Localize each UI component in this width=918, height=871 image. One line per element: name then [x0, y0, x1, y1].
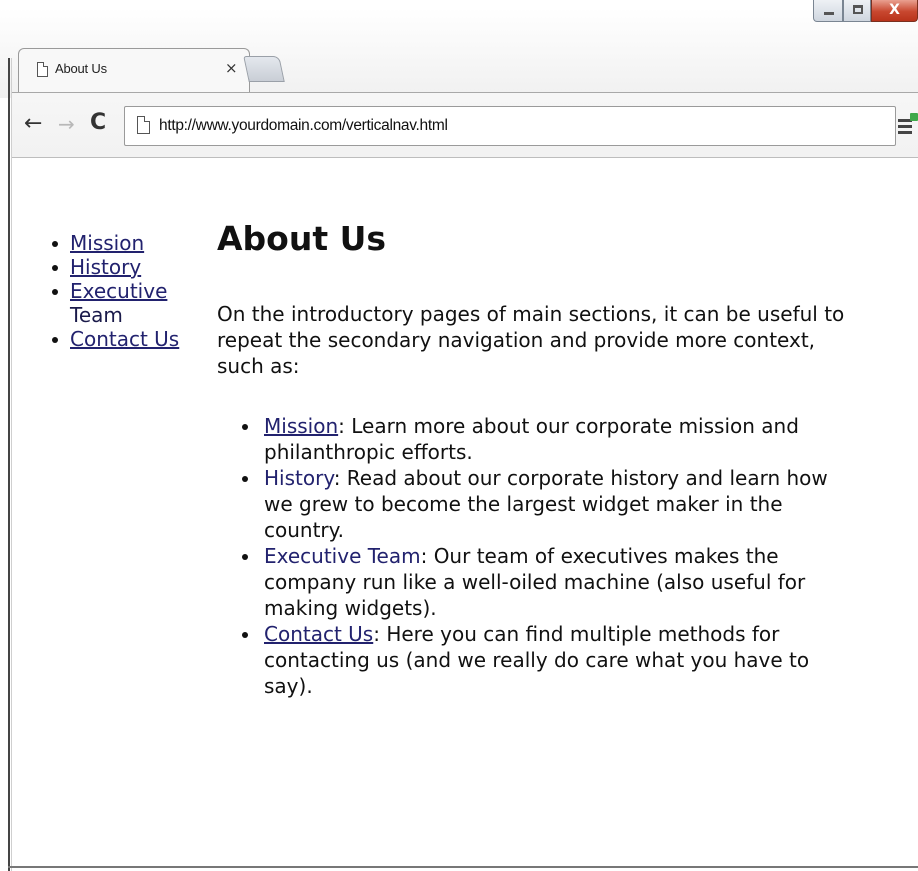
- close-icon: X: [889, 2, 900, 18]
- page-icon: [37, 62, 48, 77]
- section-detail-list: Mission: Learn more about our corporate …: [217, 413, 857, 699]
- window-frame-left: [8, 58, 10, 871]
- list-item-text: : Learn more about our corporate mission…: [264, 414, 799, 464]
- window-frame-bottom: [8, 866, 918, 868]
- nav-link-executive-team-line2[interactable]: Team: [70, 303, 123, 327]
- nav-link-mission[interactable]: Mission: [70, 231, 144, 255]
- nav-item-history: History: [50, 255, 200, 279]
- reload-icon[interactable]: C: [90, 110, 106, 135]
- tab-about-us[interactable]: About Us ×: [18, 48, 250, 92]
- link-contact-us[interactable]: Contact Us: [264, 622, 373, 646]
- maximize-button[interactable]: [843, 0, 871, 22]
- list-item: History: Read about our corporate histor…: [217, 465, 847, 543]
- page-viewport[interactable]: Mission History Executive Team Contact U…: [12, 159, 918, 866]
- list-item-text: : Read about our corporate history and l…: [264, 466, 828, 542]
- main-content: About Us On the introductory pages of ma…: [217, 219, 857, 699]
- close-window-button[interactable]: X: [871, 0, 918, 22]
- url-input[interactable]: [159, 107, 879, 145]
- tab-close-icon[interactable]: ×: [225, 59, 238, 77]
- vertical-nav: Mission History Executive Team Contact U…: [50, 231, 200, 351]
- minimize-icon: [824, 12, 834, 15]
- page-title: About Us: [217, 219, 387, 258]
- link-mission[interactable]: Mission: [264, 414, 338, 438]
- forward-arrow-icon[interactable]: →: [58, 112, 75, 136]
- tab-title: About Us: [55, 61, 107, 76]
- list-item: Contact Us: Here you can find multiple m…: [217, 621, 847, 699]
- address-bar[interactable]: [124, 106, 896, 146]
- link-history[interactable]: History: [264, 466, 334, 490]
- intro-paragraph: On the introductory pages of main sectio…: [217, 302, 845, 378]
- menu-icon[interactable]: [898, 113, 918, 137]
- window-frame-left-inner: [11, 58, 12, 871]
- link-executive-team[interactable]: Executive Team: [264, 544, 421, 568]
- list-item: Executive Team: Our team of executives m…: [217, 543, 847, 621]
- nav-item-executive-team: Executive Team: [50, 279, 200, 327]
- browser-window: About Us × X ← → C http://www.yourdomain…: [0, 0, 918, 871]
- back-arrow-icon[interactable]: ←: [24, 111, 42, 136]
- list-item: Mission: Learn more about our corporate …: [217, 413, 847, 465]
- new-tab-button[interactable]: [243, 56, 285, 82]
- title-bar: About Us × X: [0, 0, 918, 98]
- minimize-button[interactable]: [813, 0, 843, 22]
- browser-toolbar: ← → C: [12, 92, 918, 158]
- maximize-icon: [853, 5, 863, 14]
- nav-link-history[interactable]: History: [70, 255, 141, 279]
- update-badge-icon: [910, 113, 918, 121]
- nav-link-contact-us[interactable]: Contact Us: [70, 327, 179, 351]
- nav-item-mission: Mission: [50, 231, 200, 255]
- nav-item-contact-us: Contact Us: [50, 327, 200, 351]
- page-icon: [137, 116, 150, 134]
- nav-link-executive-team[interactable]: Executive: [70, 279, 167, 303]
